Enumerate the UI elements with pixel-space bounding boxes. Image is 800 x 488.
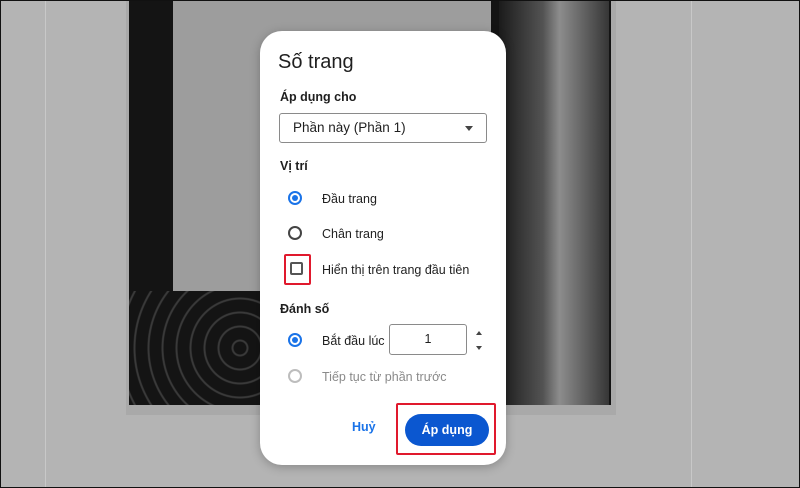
- radio-header-label: Đầu trang: [322, 192, 377, 206]
- radio-footer[interactable]: Chân trang: [288, 224, 488, 244]
- apply-to-select[interactable]: Phần này (Phần 1): [279, 113, 487, 143]
- page-edge-left: [45, 1, 46, 487]
- page-edge-right: [691, 1, 692, 487]
- radio-checked-icon[interactable]: [288, 191, 302, 205]
- highlight-box-apply: [396, 403, 496, 455]
- cancel-button[interactable]: Huỷ: [352, 420, 376, 434]
- start-at-label: Bắt đầu lúc: [322, 334, 385, 348]
- apply-to-value: Phần này (Phần 1): [293, 120, 406, 135]
- highlight-box-checkbox: [284, 254, 311, 285]
- spin-up-icon[interactable]: [476, 331, 482, 335]
- page-numbers-dialog: Số trang Áp dụng cho Phần này (Phần 1) V…: [260, 31, 506, 465]
- start-number-input[interactable]: 1: [389, 324, 467, 355]
- angel-figure-illustration: [499, 1, 609, 405]
- radio-disabled-icon[interactable]: [288, 369, 302, 383]
- numbering-label: Đánh số: [280, 302, 330, 316]
- radio-continue[interactable]: Tiếp tục từ phần trước: [288, 367, 488, 387]
- dialog-title: Số trang: [278, 51, 354, 73]
- radio-checked-icon[interactable]: [288, 333, 302, 347]
- show-first-page-option[interactable]: Hiển thị trên trang đầu tiên: [288, 260, 488, 280]
- spin-down-icon[interactable]: [476, 346, 482, 350]
- radio-unchecked-icon[interactable]: [288, 226, 302, 240]
- radio-footer-label: Chân trang: [322, 227, 384, 241]
- continue-label: Tiếp tục từ phần trước: [322, 370, 447, 384]
- apply-to-label: Áp dụng cho: [280, 90, 357, 104]
- dropdown-caret-icon: [465, 126, 473, 131]
- radio-header[interactable]: Đầu trang: [288, 189, 488, 209]
- position-label: Vị trí: [280, 159, 308, 173]
- show-first-page-label: Hiển thị trên trang đầu tiên: [322, 263, 470, 277]
